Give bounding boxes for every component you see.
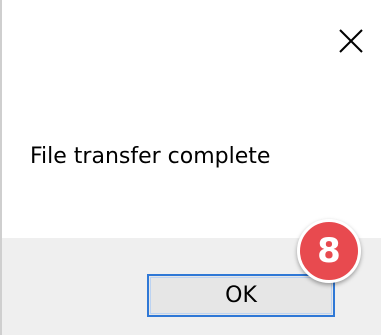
close-icon — [339, 29, 363, 53]
ok-button[interactable]: OK — [147, 274, 335, 317]
ok-button-label: OK — [225, 283, 257, 308]
step-badge: 8 — [297, 219, 361, 283]
step-number: 8 — [317, 231, 341, 271]
close-button[interactable] — [332, 22, 370, 60]
dialog-message: File transfer complete — [30, 144, 271, 169]
dialog-window: File transfer complete OK 8 — [0, 0, 381, 335]
